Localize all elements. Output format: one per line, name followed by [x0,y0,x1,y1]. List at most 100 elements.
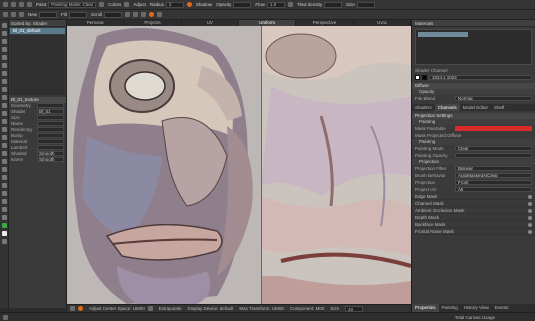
palette-icon[interactable] [99,2,105,7]
white-swatch-icon[interactable] [415,75,420,80]
uv-space-label[interactable]: Adjust Center Space: UM00 [89,306,145,311]
settings-icon[interactable] [287,2,293,7]
lasso-tool-icon[interactable] [2,127,7,132]
mask-toggle-icon[interactable] [528,229,532,234]
property-value[interactable] [37,121,64,126]
shadow-label[interactable]: Shadow [196,2,212,7]
mask-row[interactable]: Frontal Noise Mask [412,228,535,235]
material-list[interactable] [415,29,532,65]
eraser-tool-icon[interactable] [2,63,7,68]
property-value[interactable] [37,103,64,108]
painting-mode-dropdown[interactable]: Painting Mode: Clear [48,1,97,8]
view-tool-icon[interactable] [2,175,7,180]
scale-tool-icon[interactable] [2,47,7,52]
opacity-field[interactable] [233,1,252,8]
property-value[interactable] [37,133,64,138]
paint-tool-icon[interactable] [3,2,8,7]
mask-row[interactable]: Channel Mask [412,200,535,207]
tiled-density-field[interactable] [324,1,342,8]
swap-color-icon[interactable] [2,239,7,244]
tab-channels[interactable]: Channels [434,104,460,111]
property-value[interactable] [37,145,64,150]
shader-list[interactable] [10,35,65,95]
uv-view[interactable] [261,26,411,304]
camera-mode-icon[interactable] [70,306,75,311]
adjust-label[interactable]: Adjust [133,2,146,7]
hand-tool-icon[interactable] [2,159,7,164]
zoom-tool-icon[interactable] [2,167,7,172]
record-icon[interactable] [149,12,155,17]
component-label[interactable]: Component: M00 [290,306,325,311]
mask-color-swatch[interactable] [455,126,532,131]
shading-icon[interactable] [141,12,147,17]
size-field[interactable] [356,1,375,8]
scroll-label[interactable]: Scroll [91,12,102,17]
mask-row[interactable]: Edge Mask [412,193,535,200]
colors-label[interactable]: Colors [108,2,121,7]
fill-tool-icon[interactable] [2,95,7,100]
transform-tool-icon[interactable] [2,119,7,124]
smear-tool-icon[interactable] [2,79,7,84]
mask-toggle-icon[interactable] [528,222,532,227]
paint-mode-icon[interactable] [78,306,83,311]
painting-mode-dropdown[interactable]: Clear [455,146,532,151]
channel-size-field[interactable]: 1024 x 1024 [429,75,532,80]
transform-label[interactable]: Max Transform: UM00 [239,306,284,311]
selected-shader-item[interactable]: Bl_01_default [10,28,65,34]
eyedropper-tool-icon[interactable] [2,111,7,116]
layout-icon[interactable] [157,12,163,17]
radius-field[interactable]: 2 [165,1,184,8]
select-tool-icon[interactable] [2,23,7,28]
mask-row[interactable]: Depth Mask [412,214,535,221]
size-field-status[interactable]: 40 [345,305,364,312]
eraser-icon[interactable] [19,2,24,7]
rotate-tool-icon[interactable] [2,39,7,44]
new-label[interactable]: New [28,12,37,17]
background-color-icon[interactable] [2,231,7,236]
painting-opacity-field[interactable] [455,153,532,158]
flow-field[interactable]: 1.0 [266,1,285,8]
filter-field[interactable] [69,11,88,18]
brush-icon[interactable] [11,2,16,7]
property-value[interactable]: Smooth [37,157,64,162]
mask-row[interactable]: Backface Mask [412,221,535,228]
property-value[interactable] [37,139,64,144]
mask-toggle-icon[interactable] [528,208,532,213]
smudge-icon[interactable] [27,2,32,7]
property-value[interactable]: Bl_01 [37,109,64,114]
selected-material[interactable] [418,32,468,37]
black-swatch-icon[interactable] [422,75,427,80]
mask-toggle-icon[interactable] [528,201,532,206]
tab-properties[interactable]: Properties [412,304,439,312]
perspective-view[interactable] [67,26,261,304]
tab-shaders[interactable]: Shaders [412,104,435,111]
snapshot-tool-icon[interactable] [2,199,7,204]
tab-painting[interactable]: Painting [439,304,461,312]
pick-tool-icon[interactable] [2,215,7,220]
property-value[interactable] [37,127,64,132]
projection-filter-dropdown[interactable]: Bilinear [455,166,532,171]
display-device-label[interactable]: Display Device: default [188,306,234,311]
blur-tool-icon[interactable] [2,87,7,92]
grab-tool-icon[interactable] [2,207,7,212]
tab-model-editor[interactable]: Model Editor [460,104,491,111]
tab-shelf[interactable]: Shelf [491,104,507,111]
filter-label[interactable]: Filt [61,12,67,17]
mask-toggle-icon[interactable] [528,194,532,199]
foreground-color-icon[interactable] [2,223,7,228]
file-blend-dropdown[interactable]: Normal [455,96,532,101]
view-divider[interactable] [261,26,262,304]
text-tool-icon[interactable] [2,143,7,148]
property-value[interactable]: Smooth [37,151,64,156]
gradient-tool-icon[interactable] [2,103,7,108]
projection-dropdown[interactable]: Front [455,180,532,185]
camera-icon[interactable] [125,12,131,17]
tab-events[interactable]: Events [492,304,512,312]
color-swatch-icon[interactable] [186,2,192,7]
mask-toggle-icon[interactable] [528,215,532,220]
tab-history-view[interactable]: History View [461,304,492,312]
clone-tool-icon[interactable] [2,71,7,76]
property-value[interactable] [37,115,64,120]
mask-row[interactable]: Ambient Occlusion Mask [412,207,535,214]
undo-icon[interactable] [3,12,8,17]
